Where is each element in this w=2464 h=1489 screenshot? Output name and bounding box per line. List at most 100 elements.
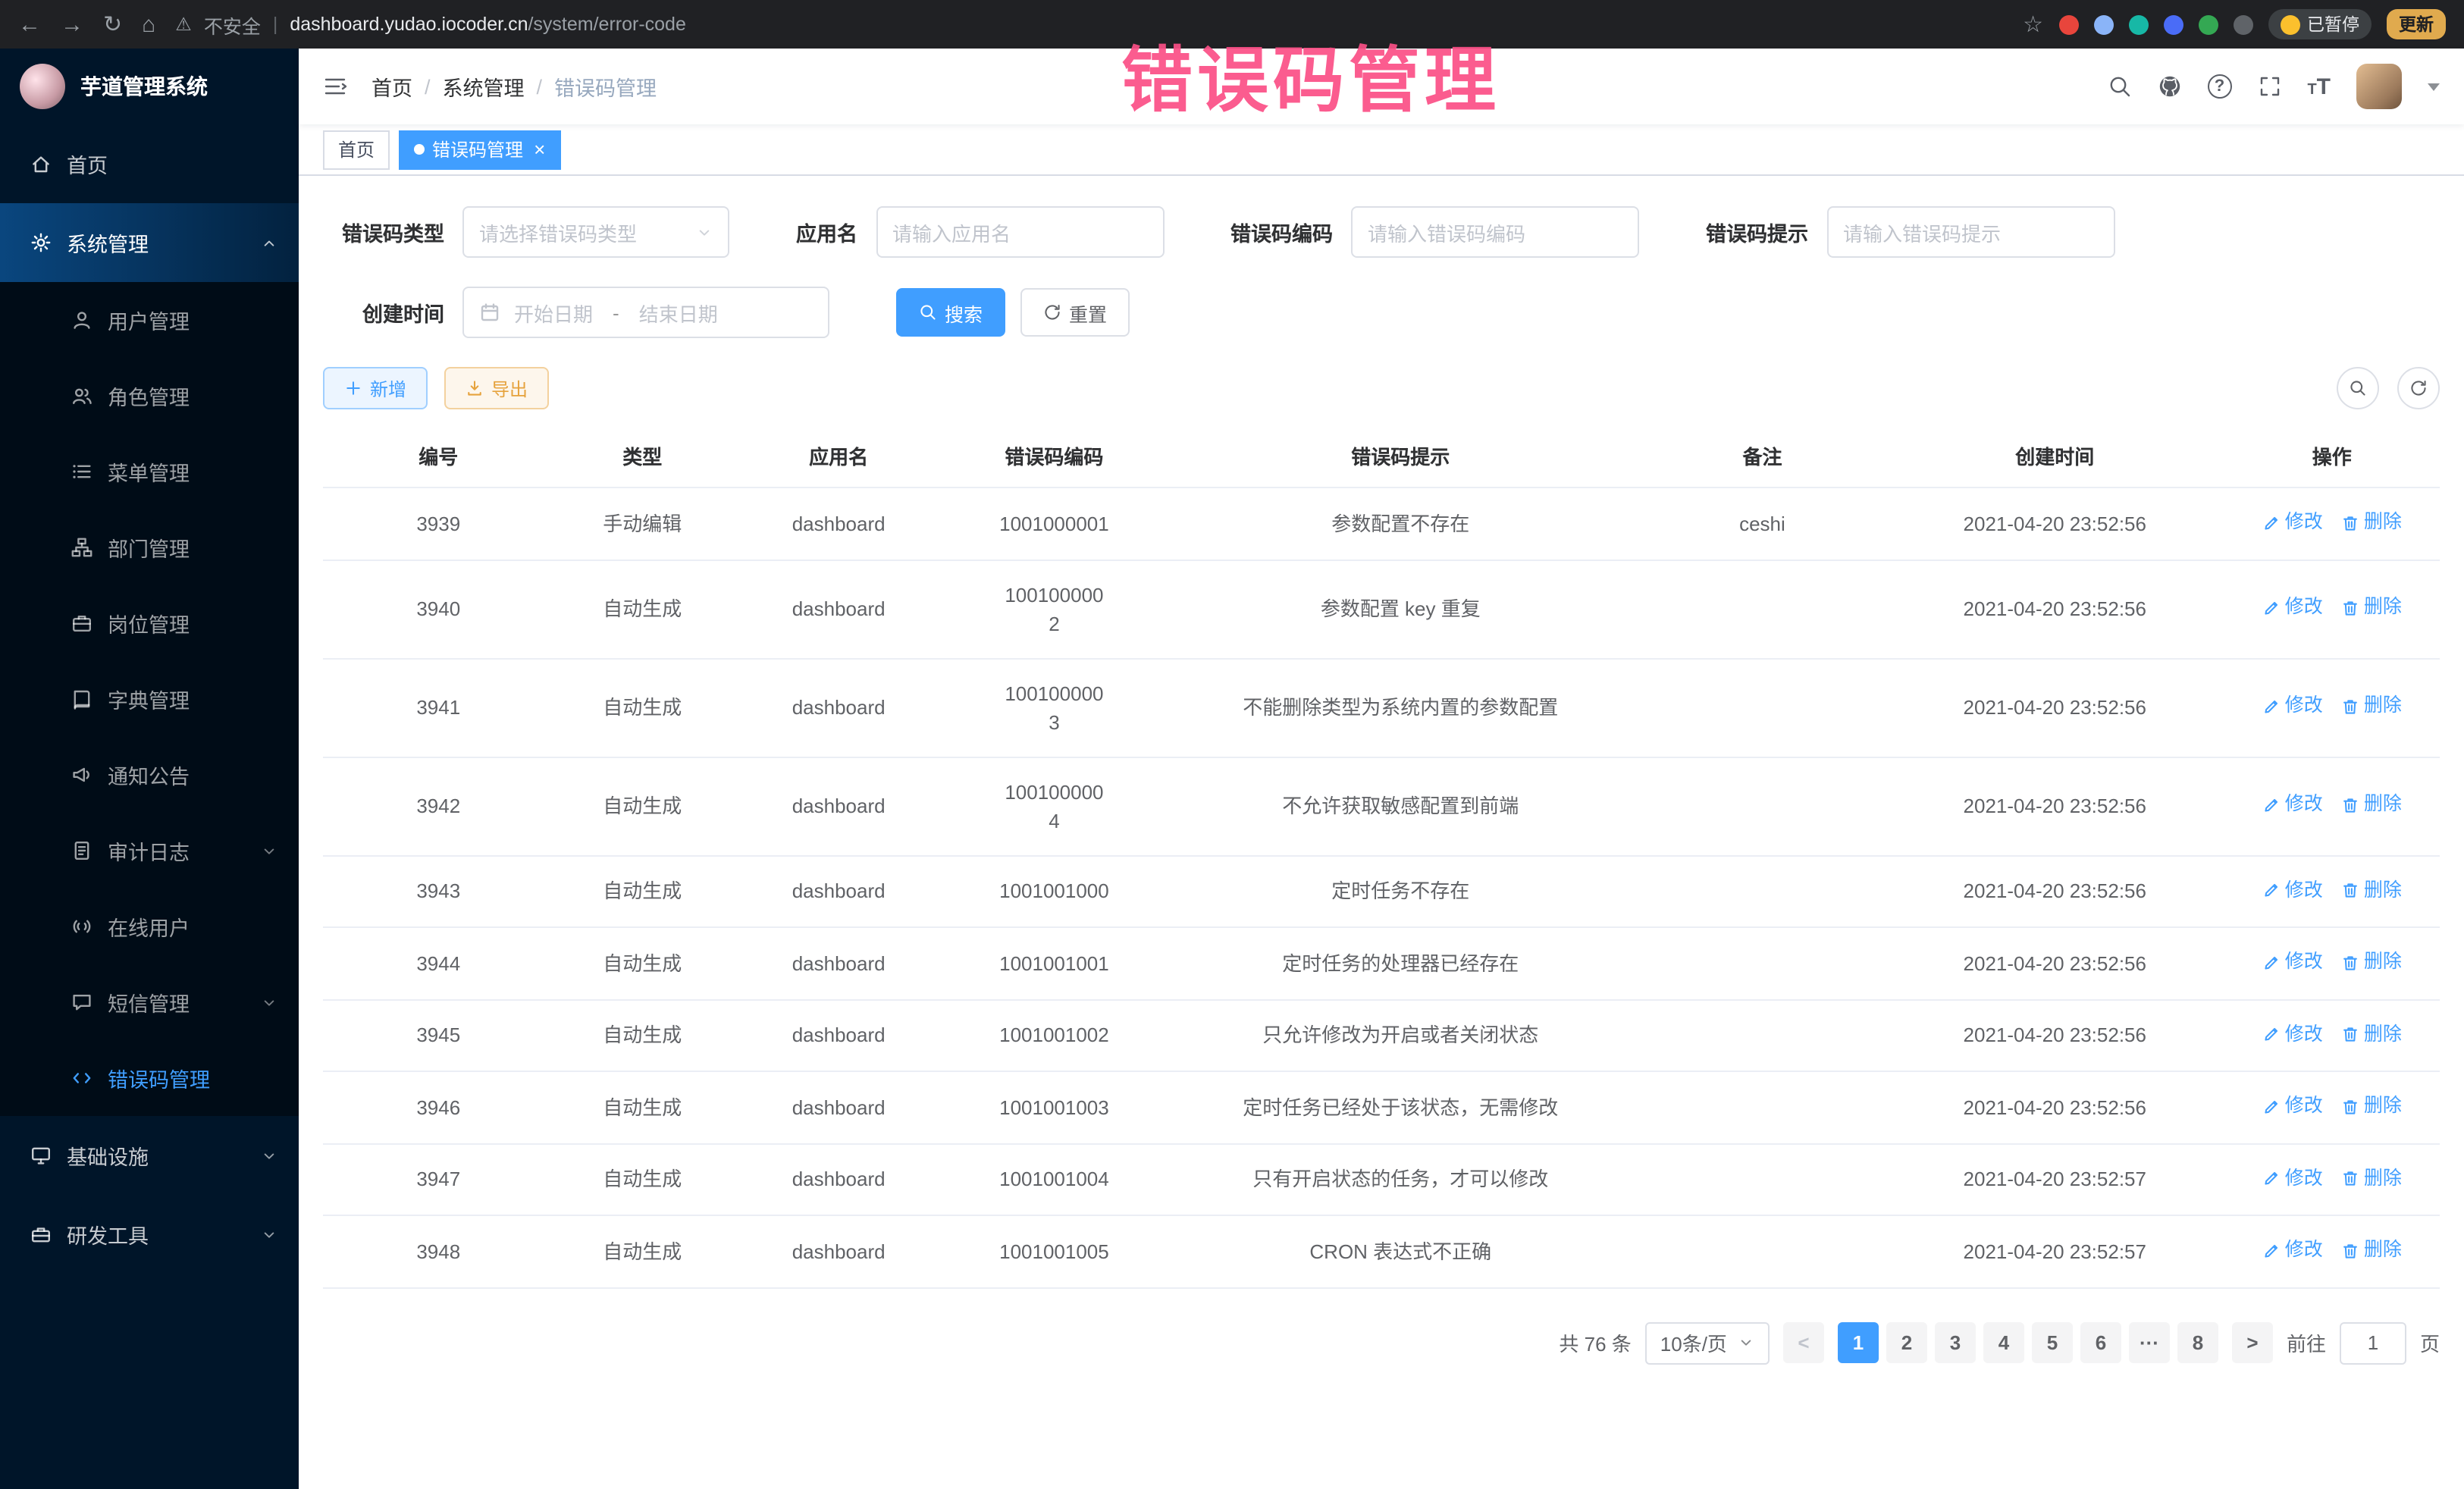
code-cell: 1001001001	[946, 927, 1161, 999]
edit-link[interactable]: 修改	[2262, 1092, 2323, 1121]
search-toggle-button[interactable]	[2337, 367, 2379, 409]
pager-page-1[interactable]: 1	[1838, 1322, 1879, 1363]
bookmark-star-icon[interactable]: ☆	[2023, 13, 2043, 36]
search-icon[interactable]	[2107, 74, 2131, 99]
delete-link[interactable]: 删除	[2341, 692, 2402, 721]
sidebar-item-dept-management[interactable]: 部门管理	[0, 509, 299, 585]
sidebar-item-post-management[interactable]: 岗位管理	[0, 585, 299, 661]
pager-page-6[interactable]: 6	[2080, 1322, 2121, 1363]
sidebar-item-notice-announcement[interactable]: 通知公告	[0, 737, 299, 813]
refresh-table-button[interactable]	[2397, 367, 2440, 409]
sidebar-item-infrastructure[interactable]: 基础设施	[0, 1116, 299, 1195]
tab-close-icon[interactable]: ×	[534, 139, 545, 159]
remark-cell: ceshi	[1639, 487, 1886, 560]
sidebar-item-menu-management[interactable]: 菜单管理	[0, 434, 299, 509]
pager-more-button[interactable]: ···	[2129, 1322, 2170, 1363]
edit-link[interactable]: 修改	[2262, 594, 2323, 622]
edit-link[interactable]: 修改	[2262, 948, 2323, 976]
sidebar-item-sms-management[interactable]: 短信管理	[0, 964, 299, 1040]
pager-page-8[interactable]: 8	[2177, 1322, 2218, 1363]
sidebar-item-home[interactable]: 首页	[0, 124, 299, 203]
extension-icon[interactable]	[2163, 14, 2183, 34]
next-page-button[interactable]: >	[2232, 1322, 2273, 1363]
delete-link[interactable]: 删除	[2341, 1092, 2402, 1121]
pager-page-4[interactable]: 4	[1983, 1322, 2024, 1363]
github-icon[interactable]	[2157, 74, 2181, 99]
edit-link[interactable]: 修改	[2262, 1236, 2323, 1265]
delete-link[interactable]: 删除	[2341, 508, 2402, 537]
delete-link[interactable]: 删除	[2341, 1020, 2402, 1049]
delete-link[interactable]: 删除	[2341, 876, 2402, 904]
avatar-caret-icon[interactable]	[2428, 83, 2440, 90]
pager-page-2[interactable]: 2	[1886, 1322, 1927, 1363]
error-type-select[interactable]: 请选择错误码类型	[462, 206, 729, 258]
error-msg-input[interactable]: 请输入错误码提示	[1826, 206, 2114, 258]
home-icon[interactable]: ⌂	[142, 13, 155, 36]
address-bar[interactable]: ⚠ 不安全 | dashboard.yudao.iocoder.cn/syste…	[175, 10, 686, 39]
edit-link[interactable]: 修改	[2262, 508, 2323, 537]
error-code-input[interactable]: 请输入错误码编码	[1351, 206, 1639, 258]
delete-link[interactable]: 删除	[2341, 791, 2402, 820]
fullscreen-icon[interactable]	[2257, 74, 2281, 99]
export-button[interactable]: 导出	[444, 367, 549, 409]
edit-link[interactable]: 修改	[2262, 1020, 2323, 1049]
back-icon[interactable]: ←	[18, 13, 41, 36]
tab-error-code-management[interactable]: 错误码管理×	[399, 130, 560, 169]
page-size-select[interactable]: 10条/页	[1645, 1321, 1770, 1364]
sidebar-item-online-users[interactable]: 在线用户	[0, 889, 299, 964]
reload-icon[interactable]: ↻	[103, 13, 122, 36]
extension-icon[interactable]	[2198, 14, 2218, 34]
edit-link[interactable]: 修改	[2262, 791, 2323, 820]
search-button[interactable]: 搜索	[896, 288, 1005, 337]
delete-link[interactable]: 删除	[2341, 1236, 2402, 1265]
help-icon[interactable]: ?	[2207, 74, 2231, 99]
add-button[interactable]: 新增	[323, 367, 428, 409]
tab-active-dot	[414, 144, 425, 155]
reset-button[interactable]: 重置	[1020, 288, 1130, 337]
paused-profile-badge[interactable]: 已暂停	[2268, 9, 2372, 39]
date-range-picker[interactable]: 开始日期 - 结束日期	[462, 287, 829, 338]
delete-link[interactable]: 删除	[2341, 1164, 2402, 1193]
extension-icon[interactable]	[2058, 14, 2078, 34]
breadcrumb-item[interactable]: 系统管理	[443, 71, 525, 102]
sidebar-item-error-code-management[interactable]: 错误码管理	[0, 1040, 299, 1116]
tab-home[interactable]: 首页	[323, 130, 390, 169]
sidebar-item-label: 通知公告	[108, 760, 190, 790]
sidebar-item-audit-log[interactable]: 审计日志	[0, 813, 299, 889]
app-cell: dashboard	[731, 658, 946, 757]
table-row: 3944自动生成dashboard1001001001定时任务的处理器已经存在2…	[323, 927, 2440, 999]
pager-page-5[interactable]: 5	[2032, 1322, 2073, 1363]
edit-link[interactable]: 修改	[2262, 692, 2323, 721]
sidebar-item-label: 在线用户	[108, 911, 190, 942]
sidebar-item-role-management[interactable]: 角色管理	[0, 358, 299, 434]
app-logo[interactable]: 芋道管理系统	[0, 49, 299, 124]
extension-icon[interactable]	[2233, 14, 2252, 34]
msg-cell: 不能删除类型为系统内置的参数配置	[1162, 658, 1639, 757]
sidebar-item-dict-management[interactable]: 字典管理	[0, 661, 299, 737]
edit-link[interactable]: 修改	[2262, 1164, 2323, 1193]
browser-update-button[interactable]: 更新	[2387, 9, 2446, 39]
edit-link[interactable]: 修改	[2262, 876, 2323, 904]
user-avatar[interactable]	[2356, 64, 2402, 109]
monitor-icon	[30, 1145, 52, 1166]
pager-page-3[interactable]: 3	[1935, 1322, 1976, 1363]
address-divider: |	[273, 14, 278, 35]
delete-link[interactable]: 删除	[2341, 948, 2402, 976]
prev-page-button[interactable]: <	[1783, 1322, 1824, 1363]
font-size-icon[interactable]: TT	[2307, 75, 2331, 98]
hamburger-icon[interactable]	[323, 74, 347, 99]
extension-icon[interactable]	[2128, 14, 2148, 34]
sidebar-item-user-management[interactable]: 用户管理	[0, 282, 299, 358]
goto-page-input[interactable]: 1	[2340, 1321, 2406, 1364]
user-icon	[71, 309, 92, 331]
forward-icon[interactable]: →	[61, 13, 83, 36]
sidebar-item-system-management[interactable]: 系统管理	[0, 203, 299, 282]
delete-link[interactable]: 删除	[2341, 594, 2402, 622]
app-name-input[interactable]: 请输入应用名	[876, 206, 1164, 258]
book-icon	[71, 688, 92, 710]
sidebar-item-label: 研发工具	[67, 1219, 149, 1249]
extension-icon[interactable]	[2093, 14, 2113, 34]
chevron-down-icon	[696, 224, 713, 240]
breadcrumb-item[interactable]: 首页	[371, 71, 412, 102]
sidebar-item-dev-tools[interactable]: 研发工具	[0, 1195, 299, 1274]
